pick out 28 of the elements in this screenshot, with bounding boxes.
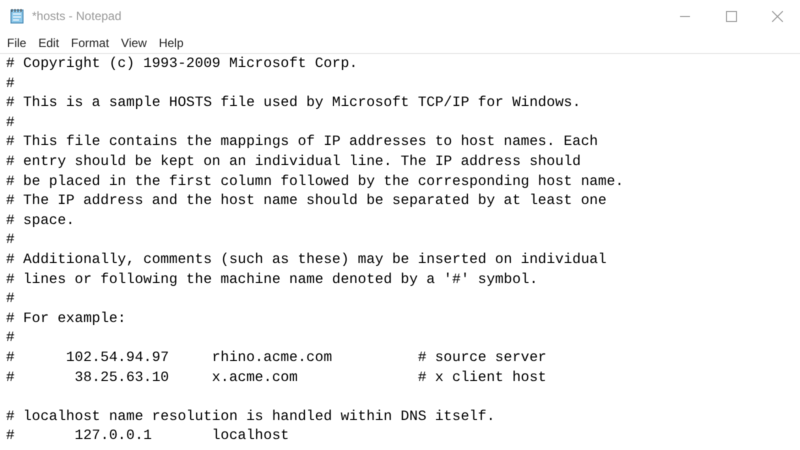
menu-item[interactable]: View [115,34,153,52]
maximize-icon [726,10,736,22]
text-line: # entry should be kept on an individual line. The IP address should [6,152,581,172]
text-line: # 38.25.63.10 x.acme.com # x client host [6,368,547,388]
menu-item[interactable]: Help [152,34,190,52]
text-line: # The IP address and the host name should be separated by at least one [6,192,607,212]
text-line: # [6,74,15,94]
menu-item[interactable]: File [1,34,32,52]
window-title: *hosts - Notepad [32,8,122,25]
text-line: # lines or following the machine name denoted by a '#' symbol. [6,270,538,290]
close-icon [772,10,782,22]
text-line: # [6,329,15,348]
text-line: # 102.54.94.97 rhino.acme.com # source server [6,348,547,368]
text-line: # localhost name resolution is handled within DNS itself. [6,408,496,427]
menu-item[interactable]: Edit [32,34,66,52]
text-line: # [6,290,15,310]
text-line: # 127.0.0.1 localhost [6,427,290,446]
text-line: # [6,114,15,133]
text-line: # Copyright (c) 1993-2009 Microsoft Corp. [6,55,358,74]
text-line: # [6,231,15,250]
text-line: # This is a sample HOSTS file used by Microsoft TCP/IP for Windows. [6,94,581,114]
text-line: # be placed in the first column followed by the corresponding host name. [6,172,624,192]
menu-item[interactable]: Format [65,34,116,52]
notepad-icon [9,8,25,24]
text-line: # This file contains the mappings of IP addresses to host names. Each [6,133,598,152]
text-line: # For example: [6,310,126,329]
text-line: # space. [6,212,75,231]
text-line: # Additionally, comments (such as these) may be inserted on individual [6,250,607,270]
